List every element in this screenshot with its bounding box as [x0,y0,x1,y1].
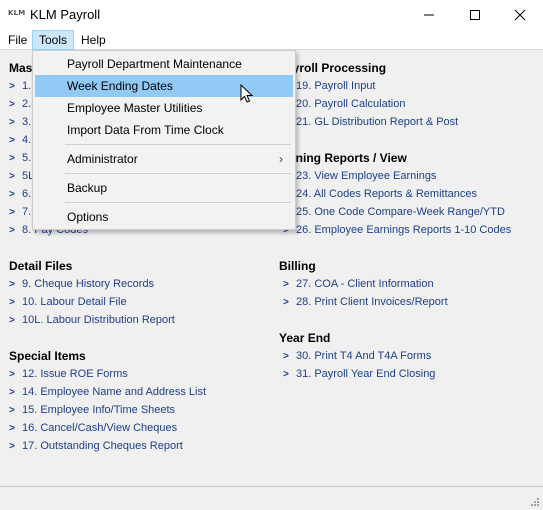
link-issue-roe-forms[interactable]: >12. Issue ROE Forms [9,366,128,382]
mouse-cursor-icon [240,84,254,103]
link-payroll-input[interactable]: >19. Payroll Input [283,78,376,94]
chevron-right-icon: > [9,99,15,110]
minimize-icon [424,14,434,16]
chevron-right-icon: > [283,297,289,308]
link-employee-info-time-sheets[interactable]: >15. Employee Info/Time Sheets [9,402,175,418]
link-payroll-year-end-closing[interactable]: >31. Payroll Year End Closing [283,366,435,382]
link-gl-distribution[interactable]: >21. GL Distribution Report & Post [283,114,458,130]
link-coa-client-info[interactable]: >27. COA - Client Information [283,276,434,292]
chevron-right-icon: > [9,279,15,290]
chevron-right-icon: > [9,225,15,236]
master-link-7[interactable]: >7. [9,204,31,220]
close-button[interactable] [497,0,543,30]
link-outstanding-cheques[interactable]: >17. Outstanding Cheques Report [9,438,183,454]
chevron-right-icon: > [283,351,289,362]
close-icon [514,9,526,21]
link-print-client-invoices[interactable]: >28. Print Client Invoices/Report [283,294,448,310]
chevron-right-icon: > [9,135,15,146]
master-link-2[interactable]: >2. [9,96,31,112]
master-link-5l[interactable]: >5L [9,168,34,184]
menu-item-payroll-department-maintenance[interactable]: Payroll Department Maintenance [35,53,293,75]
link-view-employee-earnings[interactable]: >23. View Employee Earnings [283,168,436,184]
menu-separator [65,144,291,145]
link-employee-name-address[interactable]: >14. Employee Name and Address List [9,384,206,400]
section-title-billing: Billing [279,259,316,273]
section-title-master: Mas [9,61,33,75]
menu-bar: File Tools Help [0,30,543,50]
menu-separator [65,202,291,203]
link-cheque-history[interactable]: >9. Cheque History Records [9,276,154,292]
status-bar [0,486,543,510]
chevron-right-icon: > [9,441,15,452]
chevron-right-icon: > [9,423,15,434]
menu-item-employee-master-utilities[interactable]: Employee Master Utilities [35,97,293,119]
window-title: KLM Payroll [30,7,101,22]
master-link-6[interactable]: >6. [9,186,31,202]
link-one-code-compare[interactable]: >25. One Code Compare-Week Range/YTD [283,204,505,220]
link-labour-distribution[interactable]: >10L. Labour Distribution Report [9,312,175,328]
link-employee-earnings-reports[interactable]: >26. Employee Earnings Reports 1-10 Code… [283,222,511,238]
menu-file[interactable]: File [2,30,33,50]
menu-tools[interactable]: Tools [32,30,75,50]
chevron-right-icon: > [9,315,15,326]
tools-dropdown-menu: Payroll Department Maintenance Week Endi… [32,50,296,230]
master-link-1[interactable]: >1. [9,78,31,94]
menu-item-options[interactable]: Options [35,206,293,228]
maximize-button[interactable] [452,0,498,30]
chevron-right-icon: > [9,369,15,380]
chevron-right-icon: > [9,81,15,92]
section-title-special-items: Special Items [9,349,86,363]
menu-item-administrator-label: Administrator [67,152,138,166]
chevron-right-icon: > [9,207,15,218]
link-payroll-calculation[interactable]: >20. Payroll Calculation [283,96,405,112]
chevron-right-icon: > [9,189,15,200]
chevron-right-icon: > [9,297,15,308]
chevron-right-icon: > [9,153,15,164]
menu-item-week-ending-dates[interactable]: Week Ending Dates [35,75,293,97]
menu-separator [65,173,291,174]
app-logo: KLM [8,9,26,17]
chevron-right-icon: > [9,171,15,182]
chevron-right-icon: > [9,405,15,416]
section-title-payroll-processing: ayroll Processing [286,61,387,75]
master-link-4[interactable]: >4. [9,132,31,148]
chevron-right-icon: > [9,117,15,128]
menu-item-backup[interactable]: Backup [35,177,293,199]
link-cancel-cash-view-cheques[interactable]: >16. Cancel/Cash/View Cheques [9,420,177,436]
maximize-icon [470,10,480,20]
link-labour-detail-file[interactable]: >10. Labour Detail File [9,294,127,310]
section-title-detail-files: Detail Files [9,259,73,273]
menu-help[interactable]: Help [75,30,112,50]
chevron-right-icon: > [9,387,15,398]
menu-item-administrator[interactable]: Administrator › [35,148,293,170]
submenu-arrow-icon: › [279,152,283,166]
chevron-right-icon: > [283,279,289,290]
link-all-codes-reports[interactable]: >24. All Codes Reports & Remittances [283,186,477,202]
resize-grip-icon[interactable] [530,497,540,507]
minimize-button[interactable] [406,0,452,30]
master-link-5[interactable]: >5. [9,150,31,166]
section-title-earning-reports: rning Reports / View [291,151,407,165]
title-bar: KLM KLM Payroll [0,0,543,30]
menu-item-import-data-time-clock[interactable]: Import Data From Time Clock [35,119,293,141]
section-title-year-end: Year End [279,331,331,345]
chevron-right-icon: > [283,369,289,380]
link-print-t4-forms[interactable]: >30. Print T4 And T4A Forms [283,348,431,364]
master-link-3[interactable]: >3. [9,114,31,130]
